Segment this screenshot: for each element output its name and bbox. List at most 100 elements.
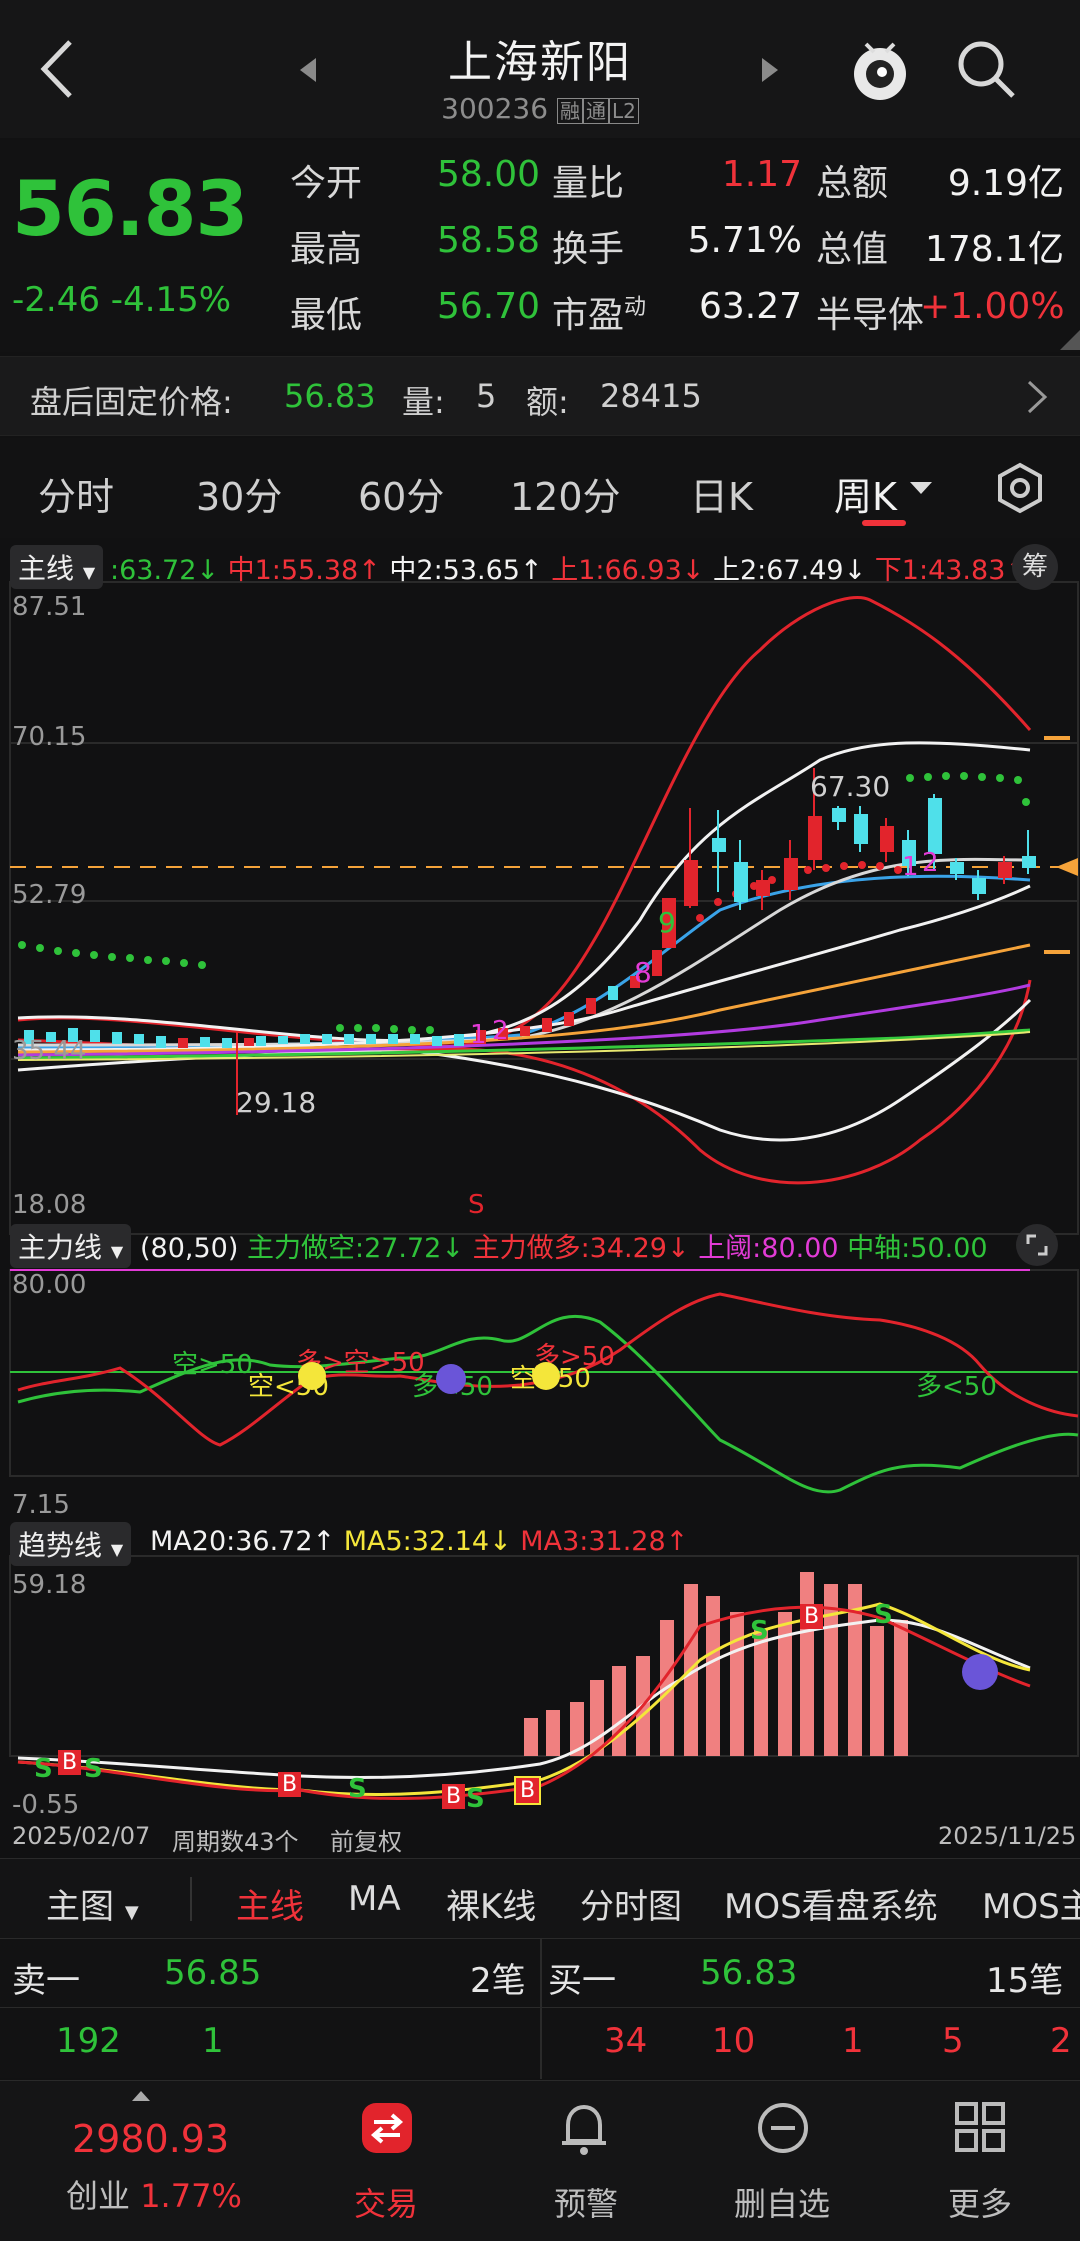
signal-s: S xyxy=(468,1190,485,1220)
low-price-annotation: 29.18 xyxy=(236,1086,317,1119)
app-header: 上海新阳 300236 融通 L2 xyxy=(0,0,1080,138)
emoji-sad-icon xyxy=(436,1364,466,1394)
emoji-sad-icon-2 xyxy=(962,1654,998,1690)
after-hours-amt-label: 额: xyxy=(526,383,569,421)
after-hours-bar[interactable]: 盘后固定价格: 56.83 量: 5 额: 28415 xyxy=(0,356,1080,436)
nav-alert[interactable]: 预警 xyxy=(506,2179,666,2225)
search-icon[interactable] xyxy=(955,38,1017,100)
toolbar-item-main[interactable]: 主线 xyxy=(236,1879,304,1928)
adjust-mode[interactable]: 前复权 xyxy=(330,1822,402,1857)
legend-item-down1: 下1:43.83↑ xyxy=(874,555,1028,586)
stock-code-line: 300236 融通 L2 xyxy=(0,92,1080,125)
trend-panel-frame xyxy=(9,1555,1079,1757)
chip-distribution-button[interactable]: 筹 xyxy=(1012,544,1058,590)
toolbar-item-mos-main[interactable]: MOS主 xyxy=(982,1879,1080,1928)
trend-s-marker-2: S xyxy=(84,1754,103,1784)
caret-up-icon[interactable] xyxy=(132,2091,150,2101)
trend-b-marker-2: B xyxy=(278,1772,302,1797)
orderbook-row-divider xyxy=(0,2007,1080,2008)
tab-weekly[interactable]: 周K xyxy=(834,466,897,521)
force-long: 主力做多:34.29↓ xyxy=(472,1233,690,1264)
nav-remove-favorite[interactable]: 删自选 xyxy=(702,2179,862,2225)
tab-120min[interactable]: 120分 xyxy=(510,466,621,521)
upper-band-line xyxy=(17,595,1032,1048)
orderbook-divider xyxy=(540,1939,542,2079)
force-legend: (80,50) 主力做空:27.72↓ 主力做多:34.29↓ 上阈:80.00… xyxy=(140,1226,988,1265)
high-value: 58.58 xyxy=(436,220,540,261)
badge-margin: 融 xyxy=(556,98,583,124)
main-indicator-selector[interactable]: 主线 ▼ xyxy=(10,545,104,589)
y-label-main-5: 18.08 xyxy=(12,1190,87,1220)
toolbar-item-timeline[interactable]: 分时图 xyxy=(580,1879,682,1928)
trend-ma3: MA3:31.28↑ xyxy=(520,1526,689,1557)
trend-s-marker-5: S xyxy=(750,1616,769,1646)
force-signal-1: 空>50 xyxy=(172,1350,253,1380)
main-legend: :63.72↓ 中1:55.38↑ 中2:53.65↑ 上1:66.93↓ 上2… xyxy=(110,548,1028,587)
expand-icon[interactable] xyxy=(1016,1224,1058,1266)
date-end: 2025/11/25 xyxy=(938,1822,1077,1850)
robot-assistant-icon[interactable] xyxy=(848,36,912,102)
trend-b-marker-4: B xyxy=(514,1776,542,1805)
y-label-main-2: 70.15 xyxy=(12,722,87,752)
y-label-trend-bottom: -0.55 xyxy=(12,1790,80,1820)
grid-more-icon[interactable] xyxy=(954,2101,1006,2153)
period-count: 周期数43个 xyxy=(172,1828,299,1856)
market-cap-value: 178.1亿 xyxy=(924,229,1064,270)
sector-change: +1.00% xyxy=(920,286,1065,327)
y-label-force-top: 80.00 xyxy=(12,1270,87,1300)
tab-intraday[interactable]: 分时 xyxy=(38,466,114,521)
legend-item-up1: 上1:66.93↓ xyxy=(551,555,705,586)
nav-trade[interactable]: 交易 xyxy=(306,2179,466,2225)
high-price-annotation: 67.30 xyxy=(810,770,891,803)
sector-label[interactable]: 半导体 xyxy=(816,286,924,338)
toolbar-item-naked-k[interactable]: 裸K线 xyxy=(446,1879,536,1928)
sell1-label: 卖一 xyxy=(12,1961,80,2001)
market-cap-label: 总值 xyxy=(816,229,889,270)
force-signal-7: 多<50 xyxy=(916,1372,997,1402)
sell1-price: 56.85 xyxy=(164,1953,262,1993)
dropdown-caret-icon[interactable] xyxy=(910,482,932,496)
stock-name: 上海新阳 xyxy=(448,37,632,88)
buy1-price: 56.83 xyxy=(700,1953,798,1993)
after-hours-amt: 28415 xyxy=(600,377,702,415)
pe-label: 市盈动 xyxy=(552,295,647,336)
legend-item-up2: 上2:67.49↓ xyxy=(713,555,867,586)
tab-60min[interactable]: 60分 xyxy=(358,466,444,521)
tab-30min[interactable]: 30分 xyxy=(196,466,282,521)
after-hours-vol: 5 xyxy=(476,377,497,415)
trend-s-marker-4: S xyxy=(466,1784,485,1814)
bell-icon[interactable] xyxy=(558,2101,610,2157)
volume-ratio-value: 1.17 xyxy=(721,154,802,195)
trade-icon[interactable] xyxy=(362,2103,412,2153)
index-value[interactable]: 2980.93 xyxy=(72,2117,229,2161)
change-value: -2.46 xyxy=(12,280,100,320)
toolbar-item-mos[interactable]: MOS看盘系统 xyxy=(724,1879,938,1928)
settings-hexagon-icon[interactable] xyxy=(996,462,1044,514)
remove-favorite-icon[interactable] xyxy=(756,2101,810,2155)
trend-s-marker-3: S xyxy=(348,1774,367,1804)
turnover-rate-value: 5.71% xyxy=(687,220,802,261)
signal-2: 2 xyxy=(492,1016,509,1046)
force-indicator-selector[interactable]: 主力线 ▼ xyxy=(10,1224,132,1268)
trend-ma20: MA20:36.72↑ xyxy=(150,1526,336,1557)
trend-b-marker-3: B xyxy=(442,1784,466,1809)
active-tab-indicator xyxy=(862,520,906,526)
trend-bars xyxy=(524,1572,908,1756)
quote-panel: 56.83 -2.46 -4.15% 今开 58.00 量比 1.17 总额 9… xyxy=(0,140,1080,352)
nav-more[interactable]: 更多 xyxy=(900,2179,1060,2225)
kline-chart-area[interactable] xyxy=(0,540,1080,1858)
price-change: -2.46 -4.15% xyxy=(12,280,231,320)
chevron-right-icon xyxy=(1027,380,1048,414)
main-chart-selector[interactable]: 主图 ▼ xyxy=(46,1879,139,1928)
trend-indicator-selector[interactable]: 趋势线 ▼ xyxy=(10,1522,132,1566)
sell-qty-2: 1 xyxy=(202,2021,224,2061)
open-value: 58.00 xyxy=(436,154,540,195)
toolbar-item-ma[interactable]: MA xyxy=(348,1879,401,1919)
tab-daily[interactable]: 日K xyxy=(690,466,753,521)
sell1-count: 2笔 xyxy=(470,1961,526,2001)
trend-b-marker-5: B xyxy=(800,1604,824,1629)
y-label-trend-top: 59.18 xyxy=(12,1570,87,1600)
next-stock-icon[interactable] xyxy=(762,58,778,82)
index-line[interactable]: 创业 1.77% xyxy=(66,2171,242,2217)
pe-value: 63.27 xyxy=(698,286,802,327)
